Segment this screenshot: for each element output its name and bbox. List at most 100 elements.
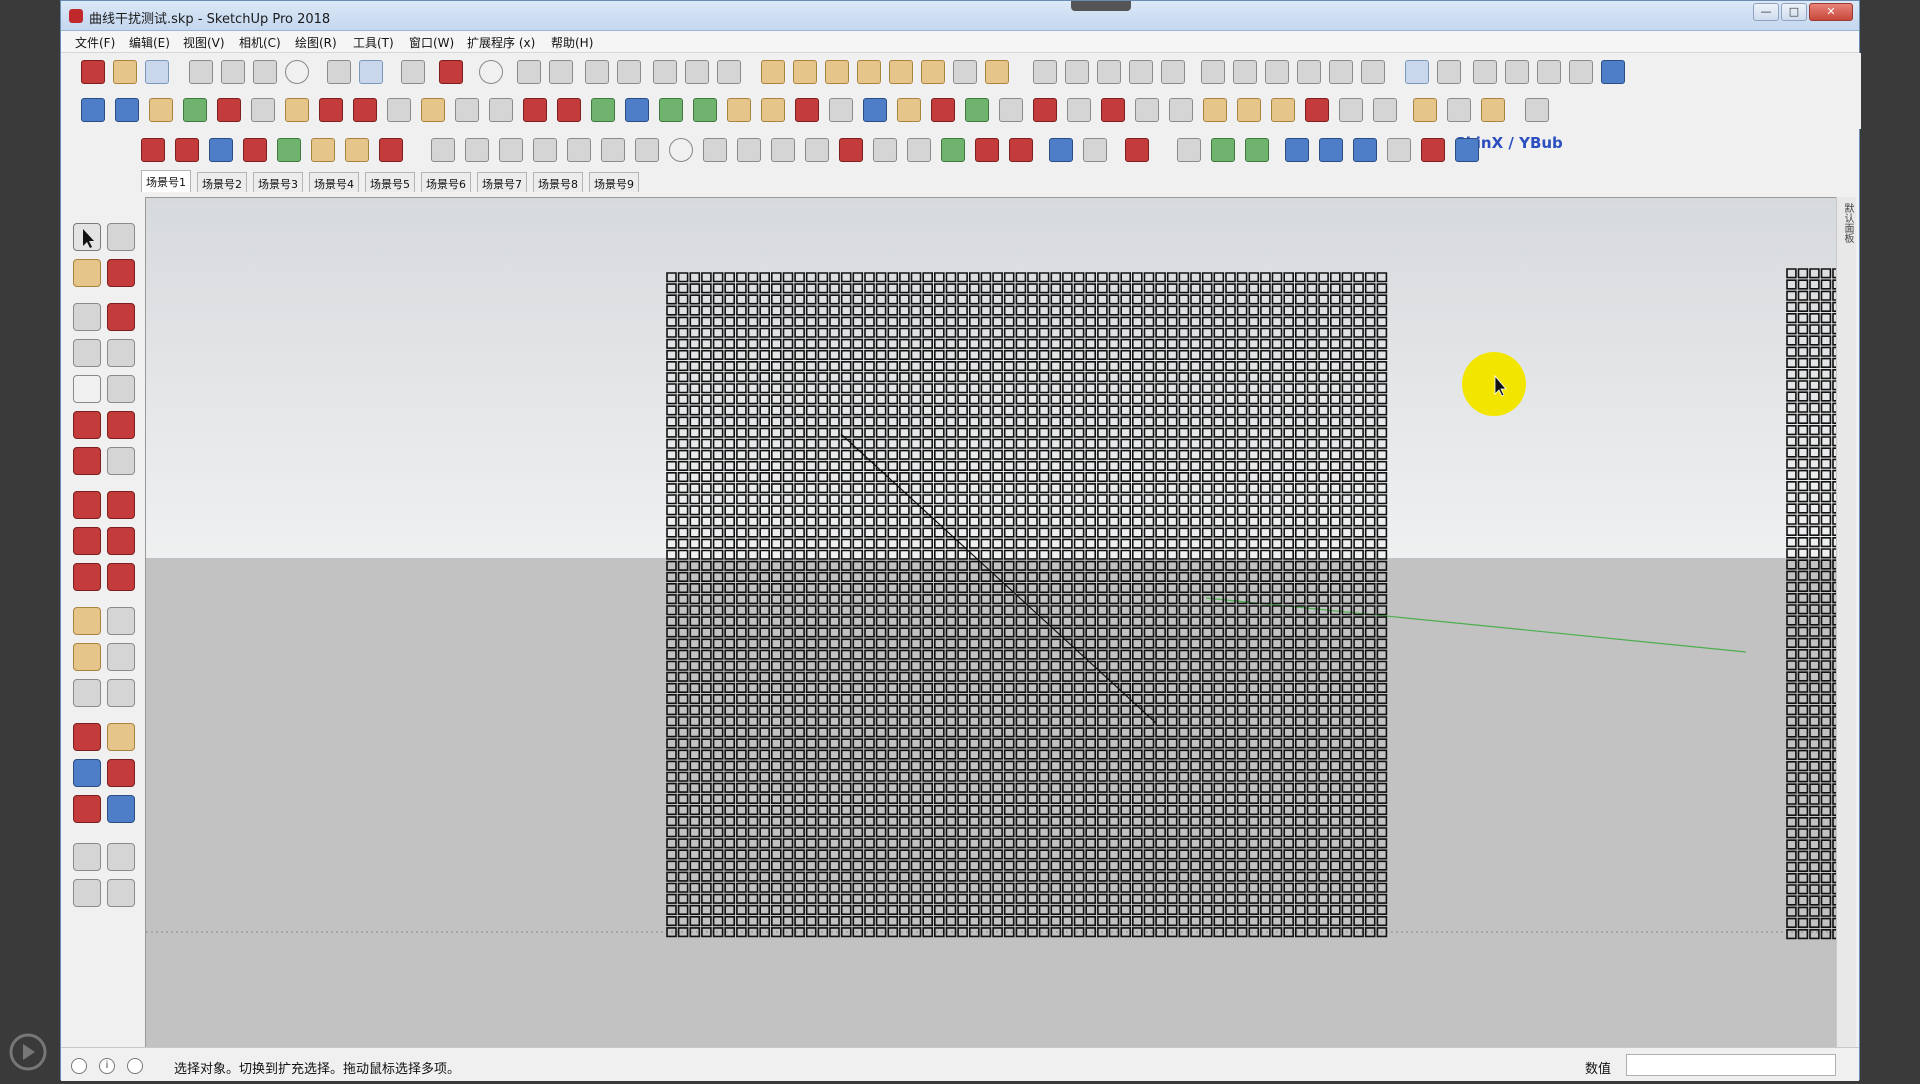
model-info-icon[interactable] (439, 60, 463, 84)
maximize-button[interactable]: □ (1781, 3, 1807, 21)
play-icon[interactable] (1387, 138, 1411, 162)
undo-icon[interactable] (327, 60, 351, 84)
style-2-icon[interactable] (1437, 60, 1461, 84)
zoom-extents-icon[interactable] (73, 795, 101, 823)
rotate-tool-icon[interactable] (73, 527, 101, 555)
3d-text-icon[interactable] (107, 679, 135, 707)
plugin-18-icon[interactable] (659, 98, 683, 122)
plugin-31-icon[interactable] (1101, 98, 1125, 122)
push-pull-icon[interactable] (107, 491, 135, 519)
curve-11-icon[interactable] (975, 138, 999, 162)
plugin-16-icon[interactable] (591, 98, 615, 122)
tab-scene-4[interactable]: 场景号4 (309, 172, 359, 192)
position-camera-icon[interactable] (73, 843, 101, 871)
smoove-icon[interactable] (793, 60, 817, 84)
tool-pen-icon[interactable] (1083, 138, 1107, 162)
tape-measure-icon[interactable] (73, 607, 101, 635)
style-5-icon[interactable] (1537, 60, 1561, 84)
curve-7-icon[interactable] (771, 138, 795, 162)
move-blue-icon[interactable] (209, 138, 233, 162)
plugin-12-icon[interactable] (455, 98, 479, 122)
info-icon[interactable]: i (99, 1058, 115, 1074)
drape-icon[interactable] (857, 60, 881, 84)
view-front-icon[interactable] (717, 60, 741, 84)
move-tool-icon[interactable] (73, 491, 101, 519)
style-4-icon[interactable] (1505, 60, 1529, 84)
line-tool-icon[interactable] (1525, 98, 1549, 122)
sandbox-tool-icon[interactable] (953, 60, 977, 84)
curve-8-icon[interactable] (805, 138, 829, 162)
plugin-24-icon[interactable] (863, 98, 887, 122)
style-1-icon[interactable] (1405, 60, 1429, 84)
plugin-22-icon[interactable] (795, 98, 819, 122)
curve-10-icon[interactable] (873, 138, 897, 162)
rectangle-tool-icon[interactable] (73, 339, 101, 367)
default-panel-tray[interactable]: 默认面板 (1836, 197, 1856, 1047)
circle-icon[interactable] (669, 138, 693, 162)
plugin-30-icon[interactable] (1067, 98, 1091, 122)
plugin-2-icon[interactable] (115, 98, 139, 122)
xray-icon[interactable] (1033, 60, 1057, 84)
help-question-icon[interactable] (1455, 138, 1479, 162)
select-tool-icon[interactable] (73, 223, 101, 251)
tab-scene-2[interactable]: 场景号2 (197, 172, 247, 192)
menu-file[interactable]: 文件(F) (75, 34, 115, 51)
user-icon[interactable] (127, 1058, 143, 1074)
move-brown-icon[interactable] (311, 138, 335, 162)
curve-3-icon[interactable] (499, 138, 523, 162)
plugin-39-icon[interactable] (1373, 98, 1397, 122)
plugin-27-icon[interactable] (965, 98, 989, 122)
component-icon[interactable] (517, 60, 541, 84)
plugin-11-icon[interactable] (421, 98, 445, 122)
arc-icon[interactable] (601, 138, 625, 162)
arc-2-icon[interactable] (703, 138, 727, 162)
plugin-29-icon[interactable] (1033, 98, 1057, 122)
plugin-10-icon[interactable] (387, 98, 411, 122)
scale-tool-icon[interactable] (73, 563, 101, 591)
plugin-3-icon[interactable] (149, 98, 173, 122)
arc-tool-icon[interactable] (73, 411, 101, 439)
sandbox-icon[interactable] (761, 60, 785, 84)
redo-icon[interactable] (359, 60, 383, 84)
house-3-icon[interactable] (1361, 60, 1385, 84)
plugin-38-icon[interactable] (1339, 98, 1363, 122)
plugin-33-icon[interactable] (1169, 98, 1193, 122)
plugin-4-icon[interactable] (183, 98, 207, 122)
follow-me-icon[interactable] (107, 527, 135, 555)
style-6-icon[interactable] (1601, 60, 1625, 84)
move-green-icon[interactable] (277, 138, 301, 162)
menu-edit[interactable]: 编辑(E) (129, 34, 170, 51)
style-3-icon[interactable] (1473, 60, 1497, 84)
house-outline-icon[interactable] (1329, 60, 1353, 84)
plugin-19-icon[interactable] (693, 98, 717, 122)
walk-icon[interactable] (73, 879, 101, 907)
paint-bucket-icon[interactable] (73, 259, 101, 287)
menu-camera[interactable]: 相机(C) (239, 34, 281, 51)
plugin-21-icon[interactable] (761, 98, 785, 122)
tab-scene-6[interactable]: 场景号6 (421, 172, 471, 192)
polygon-tool-icon[interactable] (107, 375, 135, 403)
zoom-window-icon[interactable] (107, 759, 135, 787)
plugin-15-icon[interactable] (557, 98, 581, 122)
polygon-icon[interactable] (907, 138, 931, 162)
rotated-rectangle-icon[interactable] (107, 339, 135, 367)
rectangle-icon[interactable] (635, 138, 659, 162)
look-around-icon[interactable] (107, 843, 135, 871)
text-tool-icon[interactable] (107, 643, 135, 671)
curve-4-icon[interactable] (533, 138, 557, 162)
menu-draw[interactable]: 绘图(R) (295, 34, 337, 51)
plugin-35-icon[interactable] (1237, 98, 1261, 122)
move-red-2-icon[interactable] (243, 138, 267, 162)
plugin-26-icon[interactable] (931, 98, 955, 122)
wireframe-icon[interactable] (1065, 60, 1089, 84)
measurements-input[interactable] (1626, 1054, 1836, 1076)
plugin-9-icon[interactable] (353, 98, 377, 122)
plugin-42-icon[interactable] (1481, 98, 1505, 122)
plugin-40-icon[interactable] (1413, 98, 1437, 122)
curve-12-icon[interactable] (1009, 138, 1033, 162)
freehand-icon[interactable] (107, 303, 135, 331)
section-display-icon[interactable] (617, 60, 641, 84)
plugin-28-icon[interactable] (999, 98, 1023, 122)
menu-view[interactable]: 视图(V) (183, 34, 225, 51)
protractor-icon[interactable] (73, 643, 101, 671)
